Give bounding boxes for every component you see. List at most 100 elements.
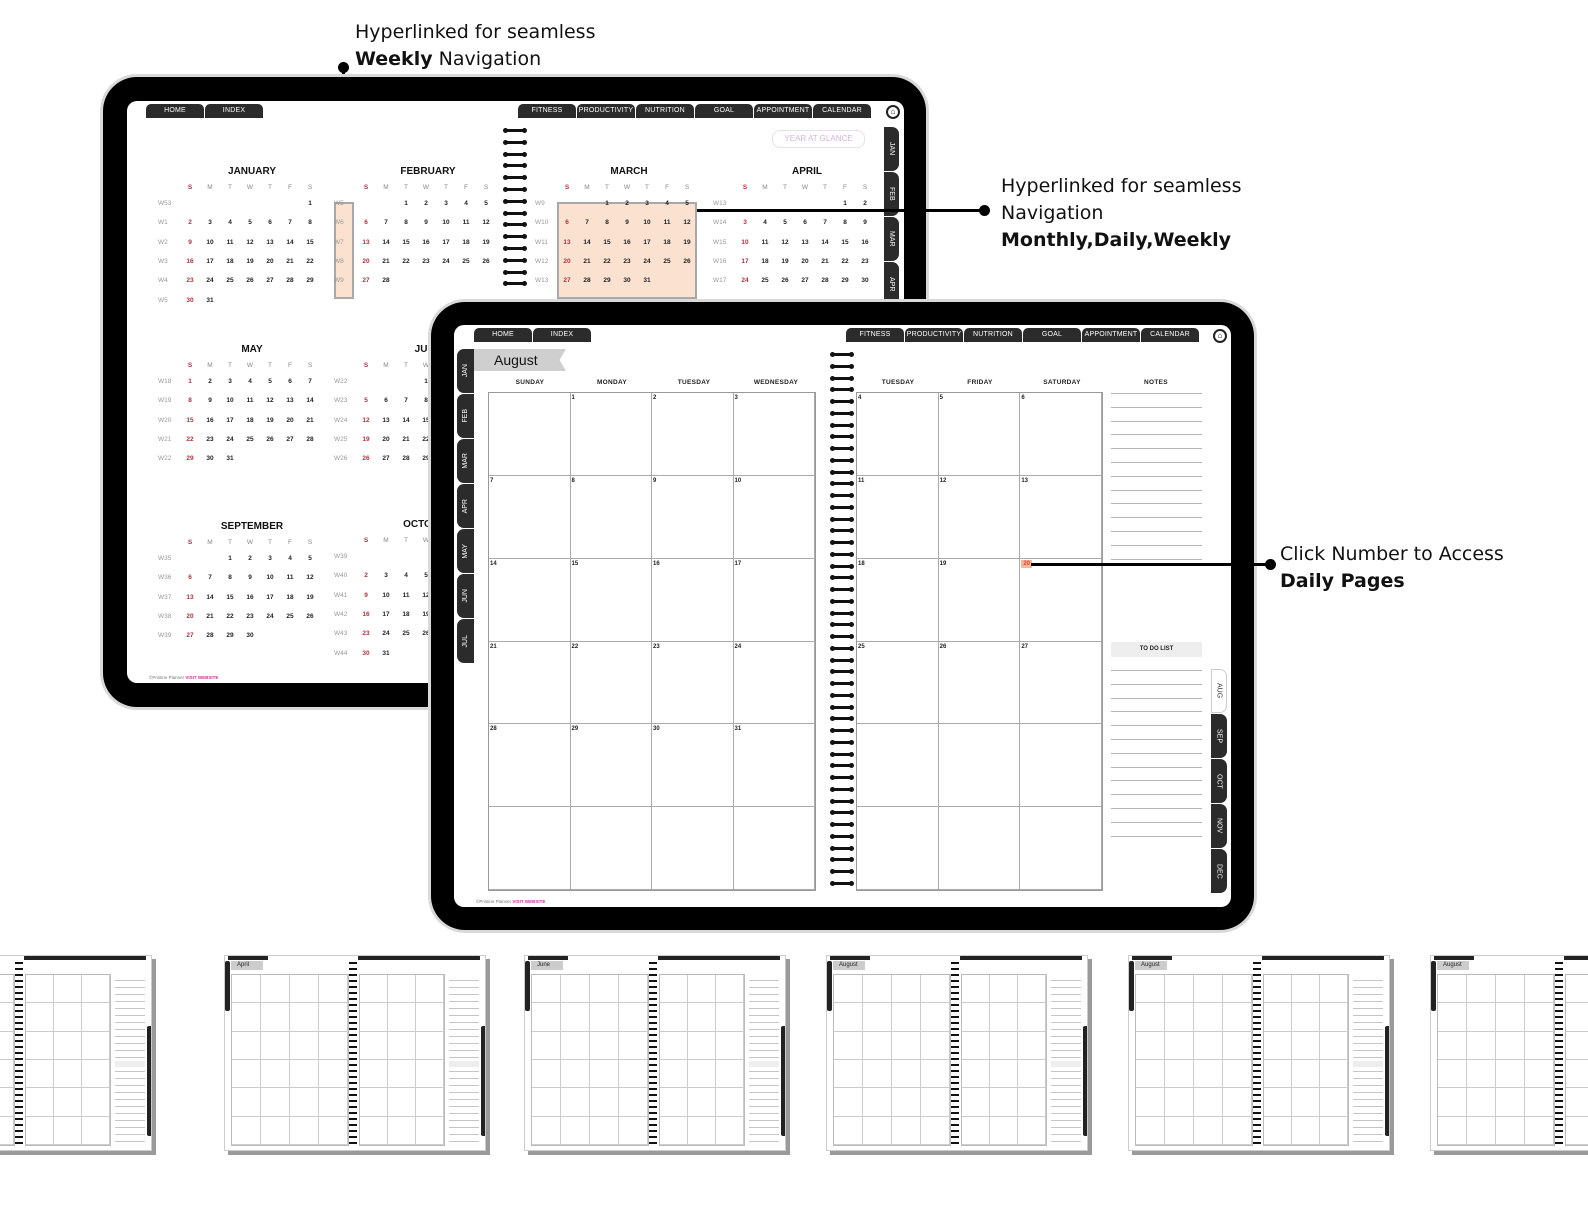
day-link[interactable]: 5 — [775, 213, 795, 232]
month-title[interactable]: APRIL — [713, 166, 883, 180]
day-link[interactable]: 19 — [356, 430, 376, 449]
day-link[interactable]: 8 — [180, 391, 200, 410]
day-number-link[interactable]: 15 — [572, 561, 579, 567]
day-link[interactable]: 1 — [396, 194, 416, 213]
day-link[interactable]: 13 — [557, 233, 577, 252]
week-number-link[interactable]: W20 — [158, 411, 180, 430]
day-number-link[interactable]: 21 — [490, 644, 497, 650]
day-link[interactable]: 7 — [376, 213, 396, 232]
day-link[interactable]: 30 — [855, 271, 875, 290]
day-number-link[interactable]: 9 — [653, 478, 656, 484]
day-cell[interactable]: 2 — [652, 393, 734, 476]
tab-nutrition[interactable]: NUTRITION — [636, 104, 694, 118]
tab-calendar[interactable]: CALENDAR — [813, 104, 871, 118]
day-link[interactable]: 1 — [220, 549, 240, 568]
week-number-link[interactable]: W44 — [334, 643, 356, 662]
week-number-link[interactable]: W12 — [535, 252, 557, 271]
mini-calendar-april[interactable]: APRIL S M T W T F S W13 1 2 W14 3 4 5 6 7 8 9 W15 10 11 12 13 14… — [713, 166, 883, 290]
week-number-link[interactable]: W26 — [334, 449, 356, 468]
day-link[interactable]: 10 — [436, 213, 456, 232]
tab-index[interactable]: INDEX — [533, 328, 591, 342]
day-link[interactable]: 21 — [815, 252, 835, 271]
day-link[interactable]: 7 — [200, 568, 220, 587]
day-link[interactable]: 23 — [200, 430, 220, 449]
day-link[interactable]: 26 — [476, 252, 496, 271]
day-link[interactable]: 3 — [260, 549, 280, 568]
day-cell[interactable]: 11 — [857, 475, 939, 559]
thumbnail-page[interactable]: August — [1430, 955, 1588, 1151]
day-cell[interactable] — [489, 807, 571, 890]
day-link[interactable]: 22 — [597, 252, 617, 271]
day-number-link[interactable]: 29 — [572, 726, 579, 732]
day-link[interactable]: 19 — [300, 588, 320, 607]
day-link[interactable]: 27 — [376, 449, 396, 468]
day-link[interactable]: 13 — [180, 588, 200, 607]
day-cell[interactable]: 28 — [489, 724, 571, 808]
day-link[interactable]: 15 — [220, 588, 240, 607]
day-cell[interactable]: 8 — [570, 475, 652, 559]
day-link[interactable]: 2 — [200, 372, 220, 391]
day-link[interactable]: 21 — [396, 430, 416, 449]
day-link[interactable]: 4 — [396, 566, 416, 585]
day-cell[interactable]: 9 — [652, 475, 734, 559]
day-link[interactable]: 24 — [637, 252, 657, 271]
week-number-link[interactable]: W6 — [334, 213, 356, 232]
week-number-link[interactable]: W36 — [158, 568, 180, 587]
day-link[interactable]: 20 — [376, 430, 396, 449]
day-link[interactable]: 29 — [300, 271, 320, 290]
day-link[interactable]: 26 — [300, 607, 320, 626]
day-link[interactable]: 18 — [456, 233, 476, 252]
day-link[interactable]: 30 — [617, 271, 637, 290]
day-cell[interactable]: 4 — [857, 393, 939, 476]
week-number-link[interactable]: W14 — [713, 213, 735, 232]
week-number-link[interactable]: W3 — [158, 252, 180, 271]
day-number-link[interactable]: 1 — [572, 395, 575, 401]
day-link[interactable]: 3 — [220, 372, 240, 391]
day-link[interactable]: 9 — [200, 391, 220, 410]
day-link[interactable]: 31 — [200, 290, 220, 309]
mini-calendar-january[interactable]: JANUARY S M T W T F S W53 1 W1 2 3 4 5 6 7 8 W2 9 10 11 12 13 14… — [158, 166, 328, 310]
thumbnail-page[interactable]: August — [826, 955, 1088, 1151]
day-link[interactable]: 13 — [376, 411, 396, 430]
day-link[interactable]: 20 — [356, 252, 376, 271]
day-link[interactable]: 16 — [617, 233, 637, 252]
day-link[interactable]: 13 — [356, 233, 376, 252]
day-link[interactable]: 24 — [200, 271, 220, 290]
day-number-link[interactable]: 12 — [940, 478, 947, 484]
week-number-link[interactable]: W5 — [334, 194, 356, 213]
day-cell[interactable]: 30 — [652, 724, 734, 808]
day-number-link[interactable]: 18 — [858, 561, 865, 567]
week-number-link[interactable]: W1 — [158, 213, 180, 232]
day-number-link[interactable]: 11 — [858, 478, 864, 484]
day-link[interactable]: 23 — [240, 607, 260, 626]
day-cell[interactable]: 15 — [570, 558, 652, 642]
day-link[interactable]: 30 — [240, 626, 260, 645]
day-link[interactable]: 24 — [260, 607, 280, 626]
mini-calendar-september[interactable]: SEPTEMBER S M T W T F S W35 1 2 3 4 5 W36 6 7 8 9 10 11 12 W37… — [158, 521, 328, 645]
day-link[interactable]: 5 — [476, 194, 496, 213]
sidetab-apr[interactable]: APR — [457, 484, 474, 528]
day-link[interactable]: 28 — [300, 430, 320, 449]
sidetab-aug[interactable]: AUG — [1211, 669, 1227, 713]
day-link[interactable]: 9 — [617, 213, 637, 232]
day-link[interactable]: 27 — [180, 626, 200, 645]
day-link[interactable]: 14 — [280, 233, 300, 252]
visit-website-link[interactable]: VISIT WEBSITE — [185, 675, 218, 680]
day-link[interactable]: 12 — [300, 568, 320, 587]
day-number-link[interactable]: 2 — [653, 395, 656, 401]
day-link[interactable]: 12 — [677, 213, 697, 232]
day-link[interactable]: 30 — [356, 643, 376, 662]
day-link[interactable]: 11 — [220, 233, 240, 252]
day-number-link[interactable]: 5 — [940, 395, 943, 401]
day-link[interactable]: 10 — [637, 213, 657, 232]
month-title[interactable]: MARCH — [535, 166, 705, 180]
day-cell[interactable]: 17 — [733, 558, 815, 642]
week-number-link[interactable]: W39 — [334, 547, 356, 566]
sidetab-feb[interactable]: FEB — [457, 394, 474, 438]
day-link[interactable]: 25 — [220, 271, 240, 290]
day-cell[interactable]: 31 — [733, 724, 815, 808]
day-link[interactable]: 21 — [376, 252, 396, 271]
day-number-link[interactable]: 24 — [735, 644, 742, 650]
day-link[interactable]: 8 — [835, 213, 855, 232]
day-link[interactable]: 2 — [356, 566, 376, 585]
